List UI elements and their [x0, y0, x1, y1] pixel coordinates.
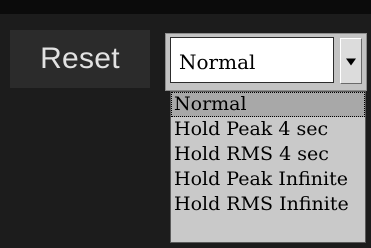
dropdown-arrow-button[interactable] — [340, 38, 362, 84]
reset-button-label: Reset — [40, 42, 120, 75]
dropdown-option-hold-peak-infinite[interactable]: Hold Peak Infinite — [171, 167, 365, 192]
dropdown-selected-value: Normal — [179, 50, 256, 74]
meter-mode-dropdown[interactable]: Normal — [165, 33, 367, 91]
reset-button[interactable]: Reset — [10, 30, 150, 88]
dropdown-options-list: Normal Hold Peak 4 sec Hold RMS 4 sec Ho… — [170, 91, 366, 243]
dropdown-option-normal[interactable]: Normal — [171, 92, 365, 117]
dropdown-option-hold-rms-infinite[interactable]: Hold RMS Infinite — [171, 192, 365, 217]
window-top-strip — [0, 0, 371, 14]
dropdown-option-hold-rms-4-sec[interactable]: Hold RMS 4 sec — [171, 142, 365, 167]
dropdown-option-hold-peak-4-sec[interactable]: Hold Peak 4 sec — [171, 117, 365, 142]
dropdown-value-box[interactable]: Normal — [170, 37, 334, 83]
chevron-down-icon — [346, 58, 356, 66]
